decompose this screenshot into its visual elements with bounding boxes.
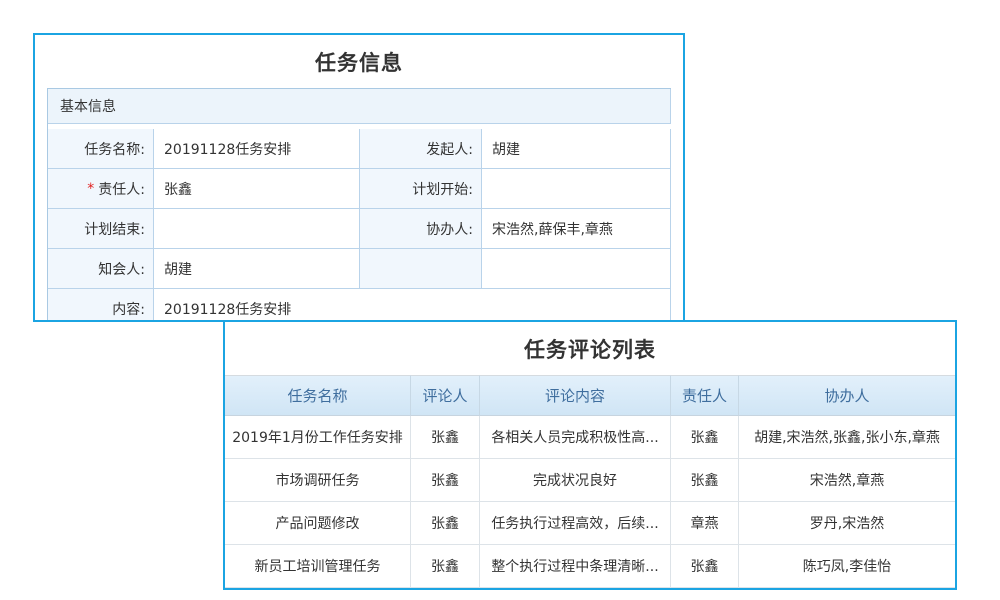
col-header-owner: 责任人 [671, 375, 739, 416]
form-value-owner: 张鑫 [154, 169, 360, 209]
page-background: 任务信息 基本信息 任务名称: 20191128任务安排 发起人: 胡建 *责任… [0, 0, 1000, 600]
basic-info-section-header: 基本信息 [48, 89, 671, 124]
commenter-link[interactable]: 张鑫 [411, 502, 480, 545]
form-label-plan-end: 计划结束: [48, 209, 154, 249]
form-label-empty [360, 249, 482, 289]
form-value-plan-start [482, 169, 671, 209]
task-info-form: 基本信息 任务名称: 20191128任务安排 发起人: 胡建 *责任人: 张鑫… [47, 88, 671, 322]
comment-list-title: 任务评论列表 [225, 322, 955, 375]
form-value-task-name: 20191128任务安排 [154, 129, 360, 169]
form-label-collaborators: 协办人: [360, 209, 482, 249]
comment-content-cell: 各相关人员完成积极性高... [480, 416, 671, 459]
collaborators-cell: 胡建,宋浩然,张鑫,张小东,章燕 [739, 416, 955, 459]
task-comment-list-panel: 任务评论列表 任务名称 评论人 评论内容 责任人 协办人 2019年1月份工作任… [223, 320, 957, 590]
task-info-panel: 任务信息 基本信息 任务名称: 20191128任务安排 发起人: 胡建 *责任… [33, 33, 685, 322]
commenter-link[interactable]: 张鑫 [411, 459, 480, 502]
comment-table: 任务名称 评论人 评论内容 责任人 协办人 2019年1月份工作任务安排 张鑫 … [225, 375, 955, 588]
task-name-link[interactable]: 2019年1月份工作任务安排 [225, 416, 411, 459]
form-label-task-name: 任务名称: [48, 129, 154, 169]
owner-link[interactable]: 张鑫 [671, 545, 739, 588]
commenter-link[interactable]: 张鑫 [411, 545, 480, 588]
owner-link[interactable]: 张鑫 [671, 416, 739, 459]
form-label-initiator: 发起人: [360, 129, 482, 169]
form-value-initiator: 胡建 [482, 129, 671, 169]
form-value-collaborators: 宋浩然,薛保丰,章燕 [482, 209, 671, 249]
col-header-comment-content: 评论内容 [480, 375, 671, 416]
task-name-link[interactable]: 市场调研任务 [225, 459, 411, 502]
form-label-cc: 知会人: [48, 249, 154, 289]
form-label-plan-start: 计划开始: [360, 169, 482, 209]
col-header-collaborators: 协办人 [739, 375, 955, 416]
owner-link[interactable]: 章燕 [671, 502, 739, 545]
comment-content-cell: 完成状况良好 [480, 459, 671, 502]
required-asterisk: * [87, 181, 94, 197]
form-value-cc: 胡建 [154, 249, 360, 289]
col-header-task-name: 任务名称 [225, 375, 411, 416]
form-value-content: 20191128任务安排 [154, 289, 671, 322]
form-label-owner: *责任人: [48, 169, 154, 209]
form-value-plan-end [154, 209, 360, 249]
form-label-content: 内容: [48, 289, 154, 322]
commenter-link[interactable]: 张鑫 [411, 416, 480, 459]
collaborators-cell: 宋浩然,章燕 [739, 459, 955, 502]
task-name-link[interactable]: 新员工培训管理任务 [225, 545, 411, 588]
col-header-commenter: 评论人 [411, 375, 480, 416]
collaborators-cell: 罗丹,宋浩然 [739, 502, 955, 545]
form-value-empty [482, 249, 671, 289]
collaborators-cell: 陈巧凤,李佳怡 [739, 545, 955, 588]
form-label-owner-text: 责任人: [98, 179, 145, 199]
comment-content-cell: 整个执行过程中条理清晰... [480, 545, 671, 588]
task-name-link[interactable]: 产品问题修改 [225, 502, 411, 545]
comment-content-cell: 任务执行过程高效，后续... [480, 502, 671, 545]
owner-link[interactable]: 张鑫 [671, 459, 739, 502]
task-info-title: 任务信息 [35, 35, 683, 88]
